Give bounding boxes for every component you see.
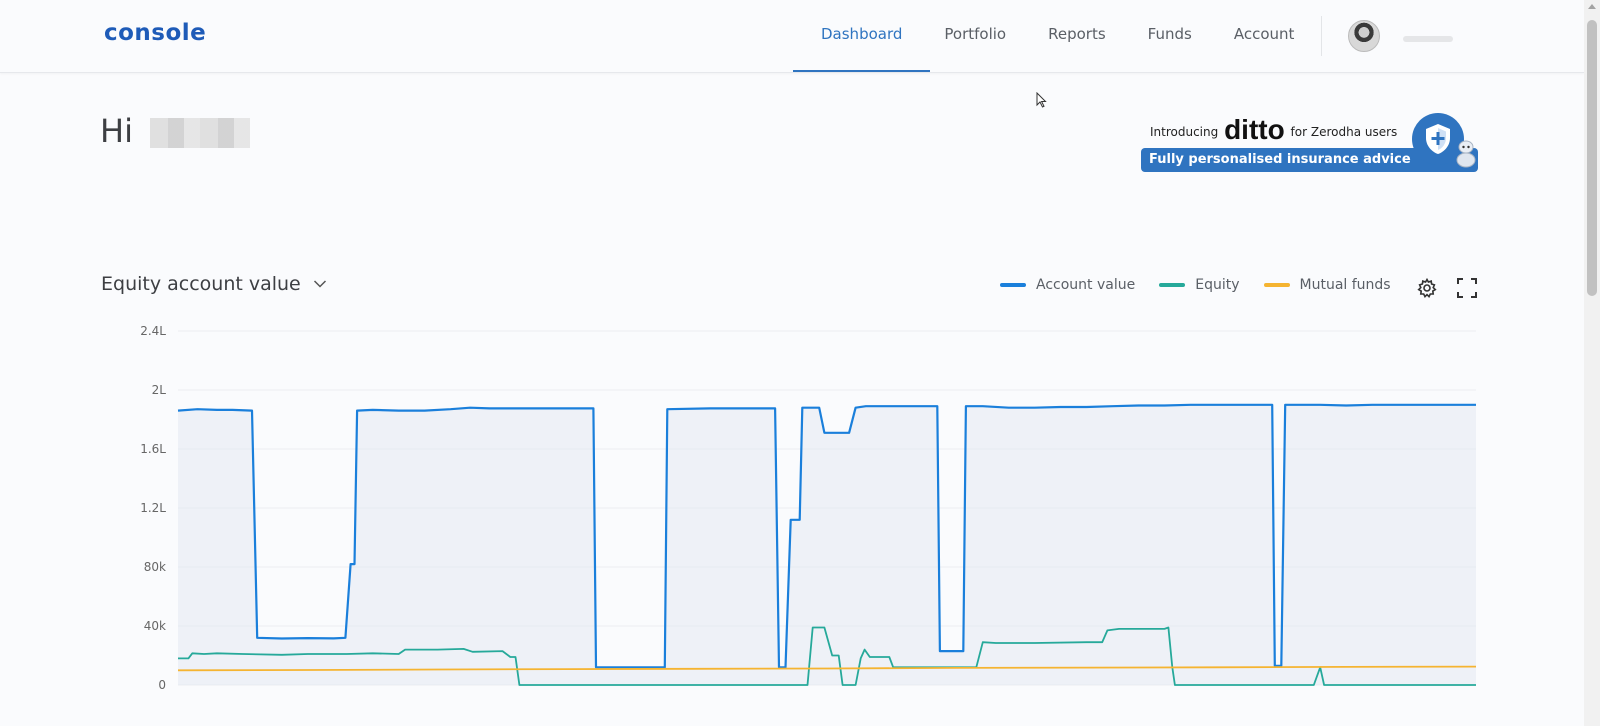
chart-series	[177, 403, 1477, 686]
banner-suffix: for Zerodha users	[1290, 125, 1398, 139]
greeting-text: Hi	[100, 112, 133, 150]
legend-equity[interactable]: Equity	[1159, 277, 1240, 293]
legend-label: Mutual funds	[1299, 277, 1391, 293]
scroll-thumb[interactable]	[1587, 20, 1597, 296]
y-tick-label: 1.6L	[140, 442, 166, 456]
chart-title[interactable]: Equity account value	[101, 273, 301, 295]
legend-account-value[interactable]: Account value	[1000, 277, 1135, 293]
y-axis-labels: 0 40k 80k 1.2L 1.6L 2L 2.4L	[140, 324, 166, 692]
ditto-promo-banner[interactable]: Introducing ditto for Zerodha users Full…	[1140, 110, 1480, 174]
main-nav: Dashboard Portfolio Reports Funds Accoun…	[792, 0, 1316, 72]
user-name-redacted[interactable]	[1403, 36, 1453, 42]
nav-divider	[1321, 16, 1322, 56]
nav-funds[interactable]: Funds	[1127, 0, 1213, 72]
y-tick-label: 40k	[144, 619, 166, 633]
chart-legend: Account value Equity Mutual funds	[1000, 277, 1415, 293]
nav-reports[interactable]: Reports	[1027, 0, 1127, 72]
legend-label: Account value	[1036, 277, 1136, 293]
nav-account[interactable]: Account	[1213, 0, 1316, 72]
mouse-cursor-icon	[1036, 92, 1047, 108]
y-tick-label: 2L	[152, 383, 167, 397]
legend-swatch-equity	[1159, 283, 1186, 287]
legend-label: Equity	[1195, 277, 1240, 293]
y-tick-label: 80k	[144, 560, 166, 574]
nav-dashboard[interactable]: Dashboard	[792, 0, 931, 72]
y-tick-label: 1.2L	[140, 501, 166, 515]
ditto-logo: ditto	[1224, 114, 1285, 145]
legend-swatch-account-value	[1000, 283, 1026, 287]
page-scrollbar[interactable]	[1584, 0, 1600, 726]
console-logo[interactable]: console	[104, 20, 206, 46]
fullscreen-icon[interactable]	[1457, 278, 1477, 298]
nav-portfolio[interactable]: Portfolio	[923, 0, 1027, 72]
banner-heading: Introducing ditto for Zerodha users	[1150, 114, 1397, 146]
legend-mutual-funds[interactable]: Mutual funds	[1263, 277, 1391, 293]
banner-intro: Introducing	[1150, 125, 1219, 139]
scroll-up-arrow-icon[interactable]	[1588, 4, 1596, 9]
y-tick-label: 0	[158, 678, 166, 692]
top-bar: console Dashboard Portfolio Reports Fund…	[0, 0, 1584, 73]
legend-swatch-mutual-funds	[1263, 283, 1290, 287]
y-tick-label: 2.4L	[140, 324, 166, 338]
user-name-blurred	[150, 118, 250, 148]
gear-icon[interactable]	[1417, 278, 1437, 298]
robot-mascot-icon	[1456, 140, 1476, 168]
equity-account-value-chart[interactable]: 0 40k 80k 1.2L 1.6L 2L 2.4L	[0, 300, 1584, 726]
user-avatar[interactable]	[1348, 20, 1380, 52]
chevron-down-icon[interactable]	[313, 279, 327, 289]
